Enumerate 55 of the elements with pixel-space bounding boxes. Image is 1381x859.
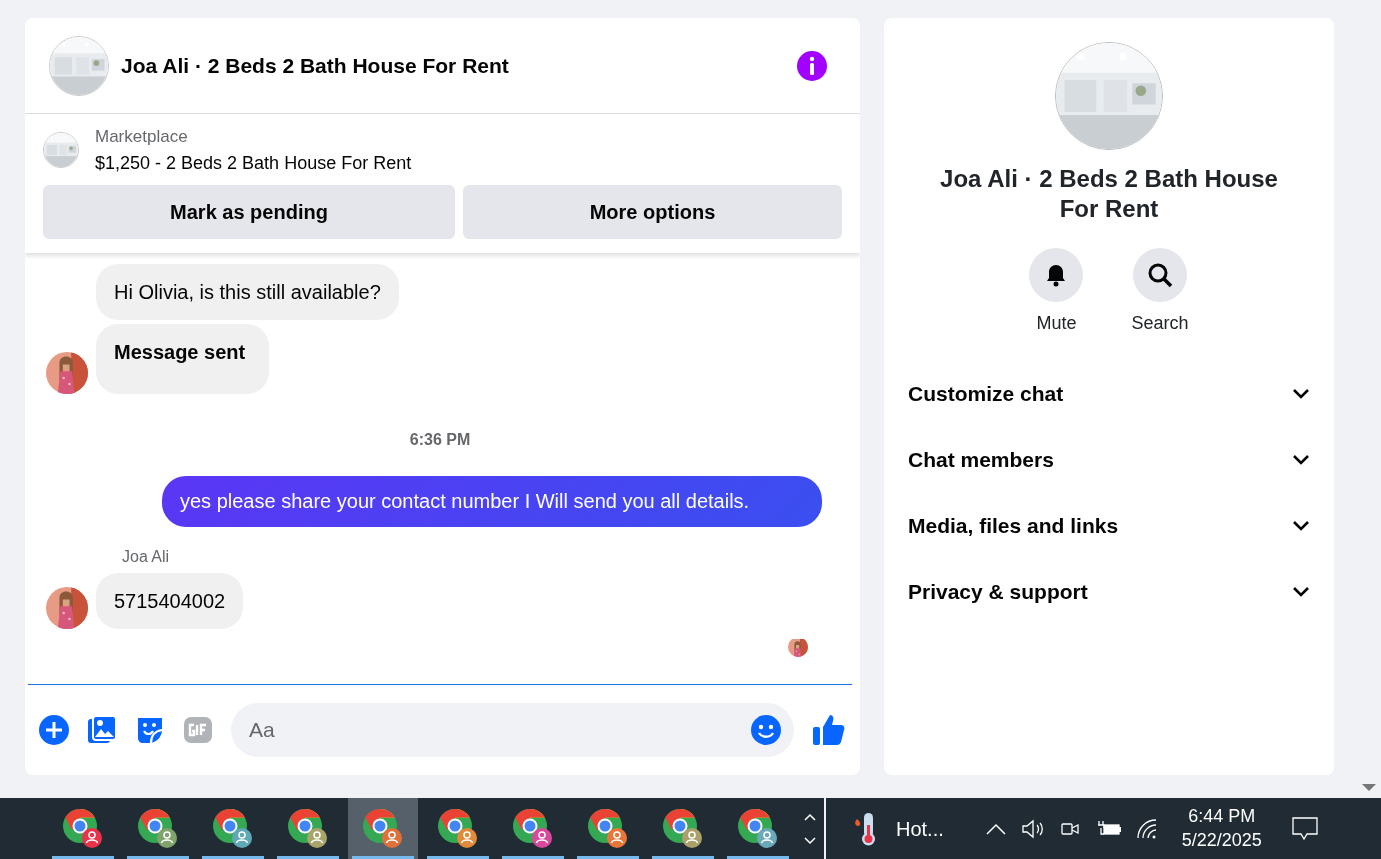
emoji-icon[interactable] xyxy=(750,714,782,746)
chevron-icon xyxy=(1292,586,1310,598)
message-bubble: Message sent xyxy=(96,323,270,394)
wifi-icon[interactable] xyxy=(1135,817,1158,840)
action-label: Mute xyxy=(1036,312,1077,335)
browser-icon xyxy=(212,807,254,850)
listing-button[interactable]: Mark as pending xyxy=(43,184,455,239)
chevron-up-icon[interactable] xyxy=(804,812,816,821)
conversation-title: Joa Ali · 2 Beds 2 Bath House For Rent xyxy=(939,164,1279,224)
notification-icon[interactable] xyxy=(1291,816,1318,841)
section-header[interactable]: Chat members xyxy=(908,427,1310,493)
listing-button[interactable]: More options xyxy=(462,184,842,239)
listing-summary: $1,250 - 2 Beds 2 Bath House For Rent xyxy=(95,151,412,175)
browser-icon xyxy=(662,807,704,850)
action-button[interactable] xyxy=(1029,248,1084,302)
browser-icon xyxy=(737,807,779,850)
message-bubble: Hi Olivia, is this still available? xyxy=(96,263,399,320)
speaker-icon[interactable] xyxy=(1021,818,1046,839)
chevron-down-icon[interactable] xyxy=(804,836,816,845)
message-bubble: 5715404002 xyxy=(96,572,244,629)
search-icon xyxy=(1147,262,1173,288)
action-button[interactable] xyxy=(1133,248,1187,302)
browser-icon xyxy=(587,807,629,850)
section-header[interactable]: Customize chat xyxy=(908,361,1310,427)
message-bubble: yes please share your contact number I Will send you all details. xyxy=(162,475,822,527)
action-label: Search xyxy=(1131,312,1189,335)
add-icon[interactable] xyxy=(39,715,69,745)
browser-icon xyxy=(512,807,554,850)
sticker-icon[interactable] xyxy=(135,715,165,745)
browser-icon xyxy=(362,807,404,850)
message-field[interactable]: Aa xyxy=(231,703,794,757)
listing-source: Marketplace xyxy=(95,126,189,148)
sender-name: Joa Ali xyxy=(122,546,170,567)
browser-icon xyxy=(62,807,104,850)
chevron-up-icon[interactable] xyxy=(985,822,1006,835)
section-header[interactable]: Privacy & support xyxy=(908,559,1310,625)
clock-date[interactable]: 5/22/2025 xyxy=(1181,828,1262,852)
chat-title: Joa Ali · 2 Beds 2 Bath House For Rent xyxy=(121,52,510,79)
browser-icon xyxy=(137,807,179,850)
clock-time[interactable]: 6:44 PM xyxy=(1181,805,1262,829)
seen-avatar xyxy=(788,636,808,657)
browser-icon xyxy=(287,807,329,850)
weather-label[interactable]: Hot... xyxy=(896,813,944,844)
section-header[interactable]: Media, files and links xyxy=(908,493,1310,559)
taskbar-app[interactable] xyxy=(348,798,418,859)
chevron-icon xyxy=(1292,454,1310,466)
scroll-down-icon[interactable] xyxy=(1362,783,1376,792)
timestamp: 6:36 PM xyxy=(409,429,471,450)
battery-icon[interactable] xyxy=(1095,819,1122,838)
chevron-icon xyxy=(1292,388,1310,400)
browser-icon xyxy=(437,807,479,850)
chevron-icon xyxy=(1292,520,1310,532)
thumbs-up-icon[interactable] xyxy=(812,713,846,747)
photo-icon[interactable] xyxy=(87,715,117,745)
info-icon[interactable] xyxy=(796,49,828,82)
